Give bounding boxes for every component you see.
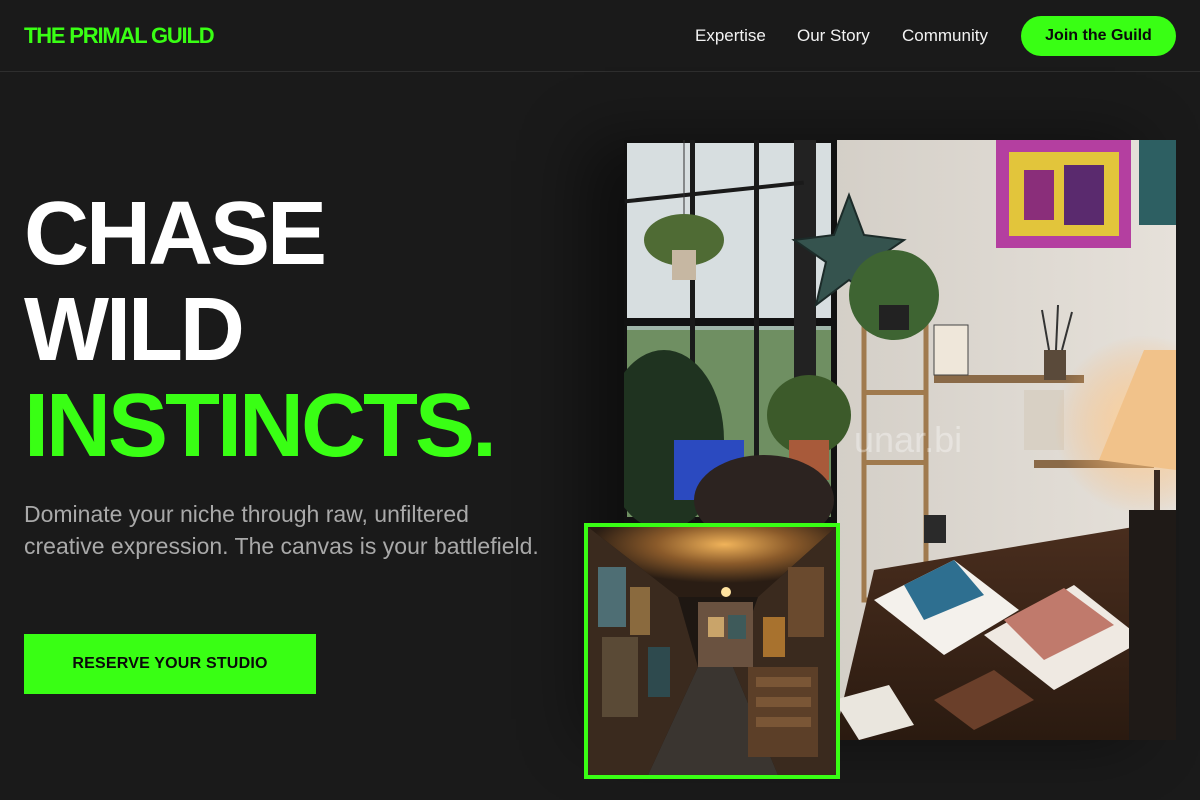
hero-headline: CHASE WILD INSTINCTS. — [24, 184, 497, 476]
headline-line-instincts: INSTINCTS. — [24, 376, 497, 476]
headline-line-wild: WILD — [24, 280, 245, 380]
hero-subtext: Dominate your niche through raw, unfilte… — [24, 501, 539, 559]
gallery-corridor-photo — [584, 523, 840, 779]
join-guild-button[interactable]: Join the Guild — [1021, 16, 1176, 56]
nav-link-community[interactable]: Community — [902, 24, 988, 48]
reserve-studio-button[interactable]: RESERVE YOUR STUDIO — [24, 634, 316, 694]
watermark-text: unar.bi — [854, 419, 962, 460]
headline-line-chase: CHASE — [24, 184, 327, 284]
nav-link-our-story[interactable]: Our Story — [797, 24, 870, 48]
site-logo[interactable]: THE PRIMAL GUILD — [24, 22, 215, 50]
site-header: THE PRIMAL GUILD Expertise Our Story Com… — [0, 0, 1200, 72]
nav-link-expertise[interactable]: Expertise — [695, 24, 766, 48]
